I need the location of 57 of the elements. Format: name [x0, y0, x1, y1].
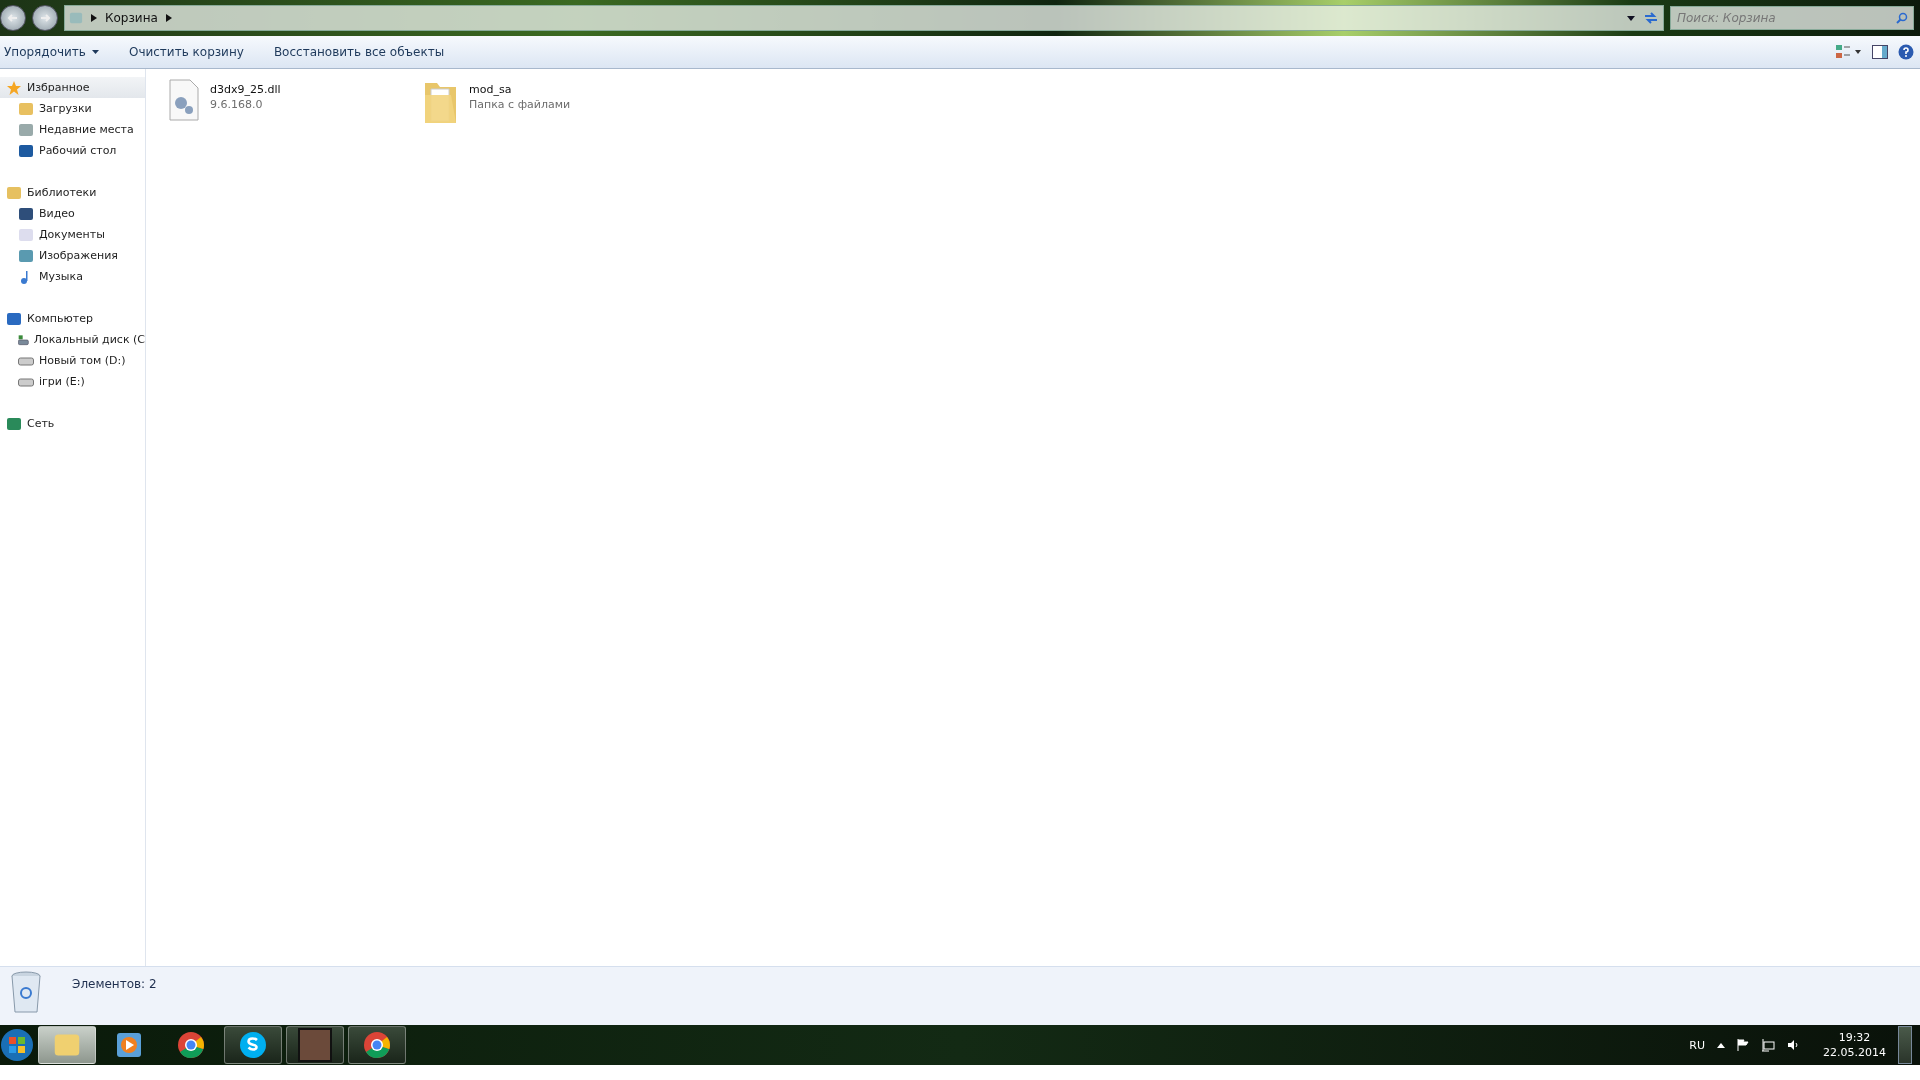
address-bar[interactable]: Корзина	[64, 5, 1664, 31]
toolbar-button[interactable]: Очистить корзину	[128, 41, 254, 63]
sidebar-item[interactable]: Локальный диск (C	[0, 329, 145, 350]
chrome-icon	[177, 1031, 205, 1059]
sidebar-item[interactable]: Компьютер	[0, 308, 145, 329]
sidebar-item[interactable]: Библиотеки	[0, 182, 145, 203]
file-name[interactable]: mod_sa	[469, 83, 571, 96]
speaker-icon[interactable]	[1787, 1039, 1799, 1051]
sidebar-item[interactable]: Музыка	[0, 266, 145, 287]
sidebar-item[interactable]: Рабочий стол	[0, 140, 145, 161]
view-options-icon[interactable]	[1836, 44, 1862, 60]
file-name[interactable]: d3dx9_25.dll	[210, 83, 281, 96]
item-count: Элементов: 2	[72, 976, 157, 991]
toolbar-button[interactable]: Восстановить все объекты	[273, 41, 455, 63]
chrome-icon	[363, 1031, 391, 1059]
toolbar-button[interactable]: Упорядочить	[4, 41, 109, 63]
gear-file-icon	[168, 79, 200, 121]
sidebar-item[interactable]: Сеть	[0, 413, 145, 434]
drive-icon	[18, 376, 34, 387]
star-icon	[6, 79, 22, 96]
sidebar-item[interactable]: Документы	[0, 224, 145, 245]
chevron-right-icon	[91, 14, 97, 22]
language-indicator[interactable]: RU	[1689, 1038, 1705, 1052]
refresh-icon[interactable]	[1643, 11, 1659, 25]
caret-up-icon[interactable]	[1717, 1042, 1725, 1048]
help-icon[interactable]	[1898, 44, 1914, 60]
taskbar-button[interactable]	[348, 1026, 406, 1064]
start-button[interactable]	[0, 1028, 34, 1062]
search-field[interactable]: Поиск: Корзина	[1670, 6, 1914, 30]
game-thumbnail	[298, 1028, 332, 1062]
file-detail: Папка с файлами	[469, 98, 571, 111]
dropdown-caret-icon[interactable]	[1627, 15, 1635, 21]
sidebar-item[interactable]: Новый том (D:)	[0, 350, 145, 371]
preview-pane-icon[interactable]	[1872, 45, 1888, 59]
search-icon[interactable]	[1896, 12, 1908, 24]
sidebar-item[interactable]: Избранное	[0, 77, 145, 98]
network-icon[interactable]	[1761, 1038, 1775, 1052]
sidebar-item[interactable]: Недавние места	[0, 119, 145, 140]
skype-icon	[239, 1031, 267, 1059]
back-button[interactable]	[0, 5, 26, 31]
sidebar-item[interactable]: Видео	[0, 203, 145, 224]
drive-icon	[18, 355, 34, 366]
forward-button[interactable]	[32, 5, 58, 31]
file-detail: 9.6.168.0	[210, 98, 264, 111]
sidebar-item[interactable]: Загрузки	[0, 98, 145, 119]
caret-icon	[91, 50, 99, 54]
play-icon	[116, 1032, 142, 1058]
sidebar-item[interactable]: ігри (E:)	[0, 371, 145, 392]
back-arrow-icon	[7, 12, 19, 24]
forward-arrow-icon	[39, 12, 51, 24]
show-desktop-button[interactable]	[1898, 1026, 1912, 1064]
flag-icon[interactable]	[1737, 1039, 1749, 1051]
sidebar-item[interactable]: Изображения	[0, 245, 145, 266]
breadcrumb[interactable]: Корзина	[105, 11, 158, 25]
clock[interactable]: 19:32 22.05.2014	[1823, 1031, 1886, 1059]
chevron-right-icon	[165, 14, 172, 22]
taskbar-button[interactable]	[224, 1026, 282, 1064]
